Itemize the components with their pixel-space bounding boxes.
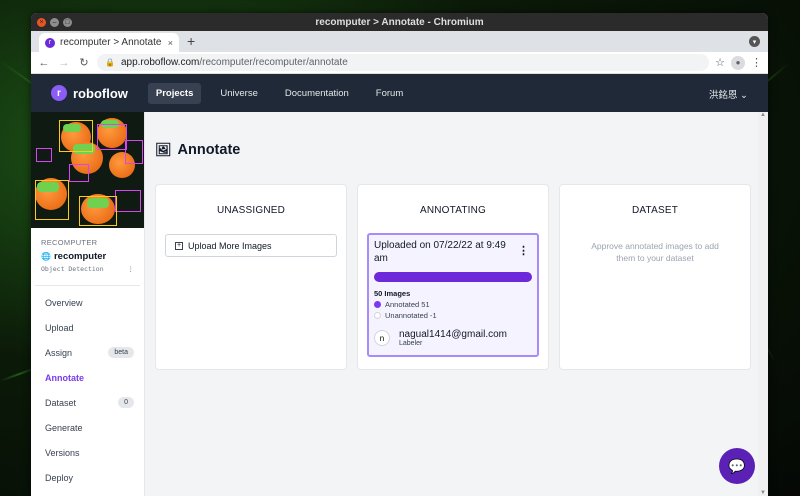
unannotated-dot-icon bbox=[374, 312, 381, 319]
nav-forum[interactable]: Forum bbox=[368, 83, 411, 104]
nav-universe[interactable]: Universe bbox=[212, 83, 266, 104]
chat-support-button[interactable]: 💬 bbox=[719, 448, 755, 484]
reload-button[interactable]: ↻ bbox=[77, 56, 91, 70]
upload-more-images-button[interactable]: + Upload More Images bbox=[165, 234, 337, 257]
labeler: n nagual1414@gmail.com Labeler bbox=[374, 329, 532, 347]
project-menu-icon[interactable]: ⋮ bbox=[128, 265, 135, 273]
project-info: RECOMPUTER 🌐 recomputer Object Detection… bbox=[31, 228, 144, 279]
sidebar-item-dataset[interactable]: Dataset 0 bbox=[31, 390, 144, 415]
url-text: app.roboflow.com/recomputer/recomputer/a… bbox=[120, 57, 348, 68]
sidebar: RECOMPUTER 🌐 recomputer Object Detection… bbox=[31, 112, 145, 496]
profile-icon[interactable]: ● bbox=[731, 55, 745, 70]
scroll-up-icon[interactable]: ▲ bbox=[759, 112, 767, 118]
project-thumbnail bbox=[31, 112, 144, 228]
dataset-count-badge: 0 bbox=[118, 397, 134, 408]
batch-menu-icon[interactable]: ⋮ bbox=[518, 244, 529, 257]
dataset-hint: Approve annotated images to add them to … bbox=[591, 241, 719, 263]
annotating-column: ANNOTATING Uploaded on 07/22/22 at 9:49 … bbox=[357, 184, 549, 370]
browser-toolbar: ← → ↻ 🔒 app.roboflow.com/recomputer/reco… bbox=[31, 52, 768, 74]
sidebar-item-overview[interactable]: Overview bbox=[31, 290, 144, 315]
chat-bubble-icon: 💬 bbox=[728, 457, 746, 474]
browser-tab[interactable]: r recomputer > Annotate × bbox=[39, 33, 179, 52]
logo-text[interactable]: roboflow bbox=[73, 86, 128, 101]
chevron-down-icon: ⌄ bbox=[740, 90, 748, 101]
sidebar-item-versions[interactable]: Versions bbox=[31, 440, 144, 465]
annotate-board: UNASSIGNED + Upload More Images ANNOTATI… bbox=[155, 184, 768, 370]
sidebar-item-assign[interactable]: Assign beta bbox=[31, 340, 144, 365]
annotated-count: Annotated 51 bbox=[374, 300, 532, 309]
sidebar-divider bbox=[35, 285, 140, 286]
forward-button[interactable]: → bbox=[57, 56, 71, 70]
app-navbar: r roboflow Projects Universe Documentati… bbox=[31, 74, 768, 112]
sidebar-item-upload[interactable]: Upload bbox=[31, 315, 144, 340]
page-title: 🖼 Annotate bbox=[155, 142, 241, 158]
annotate-icon: 🖼 bbox=[155, 142, 172, 157]
labeler-email: nagual1414@gmail.com bbox=[399, 329, 507, 340]
annotated-dot-icon bbox=[374, 301, 381, 308]
user-name: 洪銘恩 bbox=[708, 90, 738, 101]
labeler-role: Labeler bbox=[399, 340, 423, 347]
bookmark-star-icon[interactable]: ☆ bbox=[715, 56, 725, 69]
tab-search-icon[interactable]: ▾ bbox=[749, 36, 760, 47]
lock-icon: 🔒 bbox=[105, 58, 115, 67]
avatar: n bbox=[374, 330, 390, 346]
image-count: 50 Images bbox=[374, 289, 411, 298]
roboflow-logo-icon[interactable]: r bbox=[51, 85, 67, 101]
project-name[interactable]: 🌐 recomputer bbox=[41, 251, 134, 262]
workspace-label: RECOMPUTER bbox=[41, 238, 98, 247]
globe-icon: 🌐 bbox=[41, 252, 51, 261]
sidebar-item-deploy[interactable]: Deploy bbox=[31, 465, 144, 490]
batch-title: Uploaded on 07/22/22 at 9:49 am bbox=[374, 240, 506, 264]
tab-strip: r recomputer > Annotate × + ▾ bbox=[31, 31, 768, 52]
page-content: RECOMPUTER 🌐 recomputer Object Detection… bbox=[31, 112, 768, 496]
dataset-column: DATASET Approve annotated images to add … bbox=[559, 184, 751, 370]
tab-close-icon[interactable]: × bbox=[168, 38, 173, 48]
page-scrollbar[interactable]: ▲ ▼ bbox=[758, 112, 768, 496]
column-title: ANNOTATING bbox=[419, 205, 487, 216]
roboflow-favicon-icon: r bbox=[45, 37, 55, 48]
column-title: DATASET bbox=[631, 205, 679, 216]
browser-window: × – □ recomputer > Annotate - Chromium r… bbox=[31, 13, 768, 496]
column-title: UNASSIGNED bbox=[216, 205, 286, 216]
sidebar-item-generate[interactable]: Generate bbox=[31, 415, 144, 440]
new-tab-button[interactable]: + bbox=[187, 33, 195, 52]
batch-card[interactable]: Uploaded on 07/22/22 at 9:49 am ⋮ 50 Ima… bbox=[367, 233, 539, 357]
browser-menu-icon[interactable]: ⋮ bbox=[751, 56, 762, 69]
beta-badge: beta bbox=[108, 347, 134, 358]
scroll-down-icon[interactable]: ▼ bbox=[759, 490, 767, 496]
back-button[interactable]: ← bbox=[37, 56, 51, 70]
nav-documentation[interactable]: Documentation bbox=[277, 83, 357, 104]
tab-title: recomputer > Annotate bbox=[60, 37, 162, 48]
main-panel: 🖼 Annotate UNASSIGNED + Upload More Imag… bbox=[145, 112, 768, 496]
address-bar[interactable]: 🔒 app.roboflow.com/recomputer/recomputer… bbox=[97, 54, 710, 71]
annotation-progress-bar bbox=[374, 272, 532, 282]
unassigned-column: UNASSIGNED + Upload More Images bbox=[155, 184, 347, 370]
plus-icon: + bbox=[175, 241, 183, 250]
nav-projects[interactable]: Projects bbox=[147, 82, 202, 104]
title-bar: × – □ recomputer > Annotate - Chromium bbox=[31, 13, 768, 31]
user-menu[interactable]: 洪銘恩 ⌄ bbox=[709, 87, 748, 101]
sidebar-item-annotate[interactable]: Annotate bbox=[31, 365, 144, 390]
project-type: Object Detection ⋮ bbox=[41, 265, 134, 273]
window-title: recomputer > Annotate - Chromium bbox=[315, 16, 484, 28]
unannotated-count: Unannotated -1 bbox=[374, 311, 532, 320]
